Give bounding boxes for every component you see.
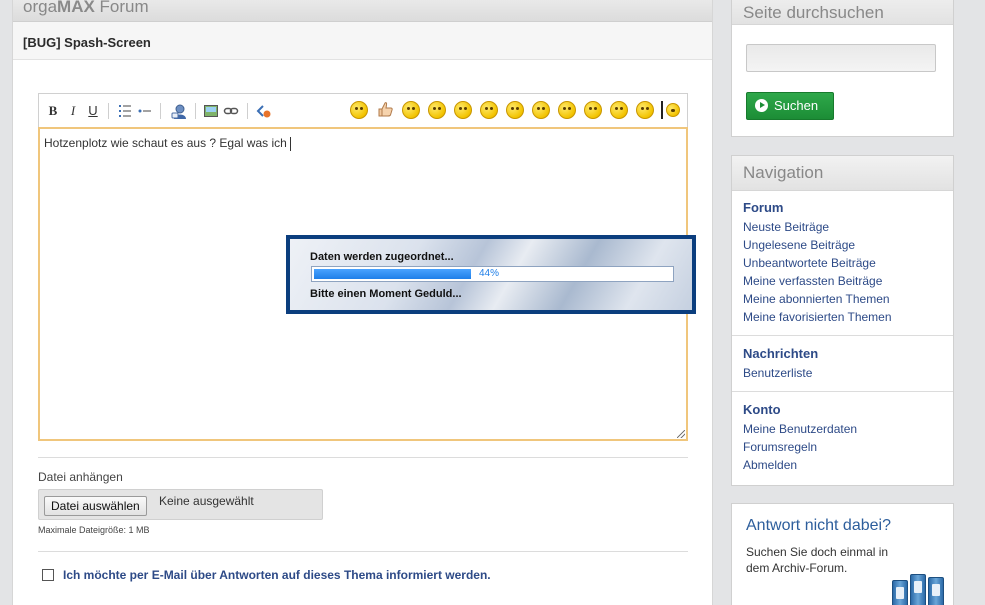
search-box-title: Seite durchsuchen bbox=[732, 0, 953, 25]
nav-link-logout[interactable]: Abmelden bbox=[743, 456, 942, 474]
progress-label: 44% bbox=[479, 268, 500, 279]
archive-books-icon bbox=[890, 570, 954, 605]
progress-fill bbox=[314, 269, 471, 279]
book bbox=[892, 580, 908, 605]
unordered-list-icon[interactable] bbox=[137, 103, 153, 119]
italic-icon[interactable]: I bbox=[65, 103, 81, 119]
nav-link-unanswered[interactable]: Unbeantwortete Beiträge bbox=[743, 254, 942, 272]
bold-icon[interactable]: B bbox=[45, 103, 61, 119]
search-button[interactable]: Suchen bbox=[746, 92, 834, 120]
archive-title[interactable]: Antwort nicht dabei? bbox=[746, 517, 891, 535]
nav-section-forum: Forum Neuste Beiträge Ungelesene Beiträg… bbox=[732, 191, 953, 326]
image-icon[interactable] bbox=[203, 103, 219, 119]
brand-prefix: orga bbox=[23, 0, 58, 16]
max-file-size: Maximale Dateigröße: 1 MB bbox=[38, 525, 150, 535]
toolbar-separator bbox=[195, 103, 196, 119]
file-status: Keine ausgewählt bbox=[159, 494, 254, 508]
nav-link-newest[interactable]: Neuste Beiträge bbox=[743, 218, 942, 236]
toolbar-separator bbox=[247, 103, 248, 119]
divider bbox=[732, 335, 953, 336]
confused-icon[interactable] bbox=[558, 101, 576, 119]
divider bbox=[38, 551, 688, 552]
splash-wait-text: Bitte einen Moment Geduld... bbox=[310, 288, 462, 300]
attach-label: Datei anhängen bbox=[38, 470, 123, 484]
divider bbox=[38, 457, 688, 458]
nav-link-my-posts[interactable]: Meine verfassten Beiträge bbox=[743, 272, 942, 290]
thread-title: [BUG] Spash-Screen bbox=[13, 22, 712, 60]
underline-icon[interactable]: U bbox=[85, 103, 101, 119]
brand-bold: MAX bbox=[57, 0, 95, 16]
smile-icon[interactable] bbox=[350, 101, 368, 119]
navigation-title: Navigation bbox=[732, 156, 953, 191]
grin-icon[interactable] bbox=[454, 101, 472, 119]
toolbar-separator bbox=[160, 103, 161, 119]
wink-icon[interactable] bbox=[402, 101, 420, 119]
cool-icon[interactable] bbox=[532, 101, 550, 119]
tongue-icon[interactable] bbox=[480, 101, 498, 119]
thumbs-up-icon[interactable] bbox=[376, 100, 394, 118]
editor-toolbar: B I U bbox=[38, 93, 688, 127]
nav-link-rules[interactable]: Forumsregeln bbox=[743, 438, 942, 456]
link-icon[interactable] bbox=[223, 103, 239, 119]
resize-handle[interactable] bbox=[677, 430, 685, 438]
brand-suffix: Forum bbox=[94, 0, 149, 16]
email-notify-label: Ich möchte per E-Mail über Antworten auf… bbox=[63, 568, 491, 582]
nav-link-subscribed[interactable]: Meine abonnierten Themen bbox=[743, 290, 942, 308]
ordered-list-icon[interactable] bbox=[117, 103, 133, 119]
toolbar-separator bbox=[108, 103, 109, 119]
search-button-label: Suchen bbox=[774, 98, 819, 113]
nav-link-userlist[interactable]: Benutzerliste bbox=[743, 364, 942, 382]
choose-file-button[interactable]: Datei auswählen bbox=[44, 496, 147, 516]
message-text: Hotzenplotz wie schaut es aus ? Egal was… bbox=[44, 136, 287, 150]
code-icon[interactable] bbox=[256, 103, 272, 119]
nav-heading-forum[interactable]: Forum bbox=[743, 198, 942, 218]
nav-heading-account[interactable]: Konto bbox=[743, 400, 942, 420]
book bbox=[928, 577, 944, 605]
sad-icon[interactable] bbox=[428, 101, 446, 119]
search-input[interactable] bbox=[746, 44, 936, 72]
archive-box: Antwort nicht dabei? Suchen Sie doch ein… bbox=[731, 503, 954, 605]
nav-heading-messages[interactable]: Nachrichten bbox=[743, 344, 942, 364]
neutral-icon[interactable] bbox=[636, 101, 654, 119]
text-caret bbox=[289, 136, 291, 151]
splash-dialog: Daten werden zugeordnet... 44% Bitte ein… bbox=[286, 235, 696, 314]
user-quote-icon[interactable] bbox=[170, 103, 186, 119]
email-notify[interactable]: Ich möchte per E-Mail über Antworten auf… bbox=[42, 568, 491, 582]
nav-link-userdata[interactable]: Meine Benutzerdaten bbox=[743, 420, 942, 438]
nav-link-unread[interactable]: Ungelesene Beiträge bbox=[743, 236, 942, 254]
nav-section-account: Konto Meine Benutzerdaten Forumsregeln A… bbox=[732, 400, 953, 474]
divider bbox=[732, 391, 953, 392]
angry-icon[interactable] bbox=[506, 101, 524, 119]
toolbar-separator bbox=[661, 101, 663, 119]
forum-header: orgaMAX Forum bbox=[13, 0, 712, 22]
archive-text: Suchen Sie doch einmal in dem Archiv-For… bbox=[746, 545, 889, 575]
more-smileys-icon[interactable] bbox=[666, 103, 680, 117]
search-box: Seite durchsuchen Suchen bbox=[731, 0, 954, 137]
surprised-icon[interactable] bbox=[584, 101, 602, 119]
nav-link-favorites[interactable]: Meine favorisierten Themen bbox=[743, 308, 942, 326]
progress-bar: 44% bbox=[311, 266, 674, 282]
email-notify-checkbox[interactable] bbox=[42, 569, 54, 581]
play-icon bbox=[755, 99, 768, 112]
splash-status: Daten werden zugeordnet... bbox=[310, 251, 454, 263]
nav-section-messages: Nachrichten Benutzerliste bbox=[732, 344, 953, 382]
file-upload: Datei auswählen Keine ausgewählt bbox=[38, 489, 323, 520]
navigation-box: Navigation Forum Neuste Beiträge Ungeles… bbox=[731, 155, 954, 486]
book bbox=[910, 574, 926, 605]
worried-icon[interactable] bbox=[610, 101, 628, 119]
